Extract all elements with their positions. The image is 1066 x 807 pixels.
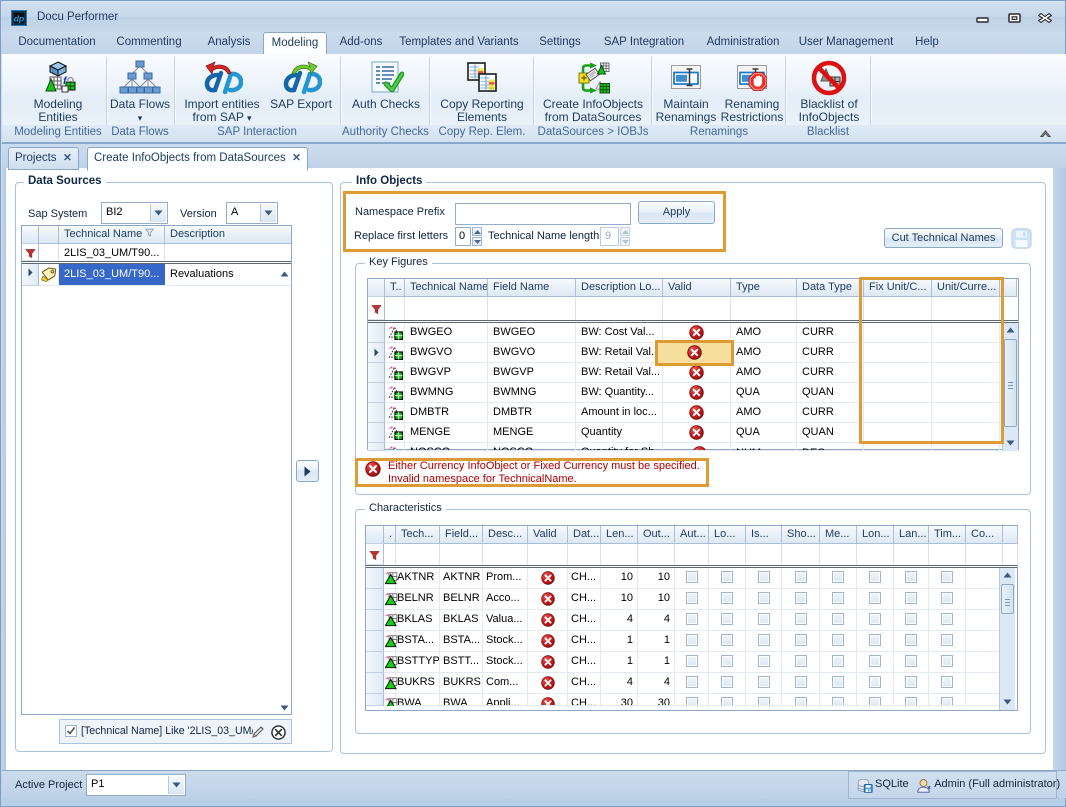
svg-text:dp: dp [14, 14, 24, 24]
